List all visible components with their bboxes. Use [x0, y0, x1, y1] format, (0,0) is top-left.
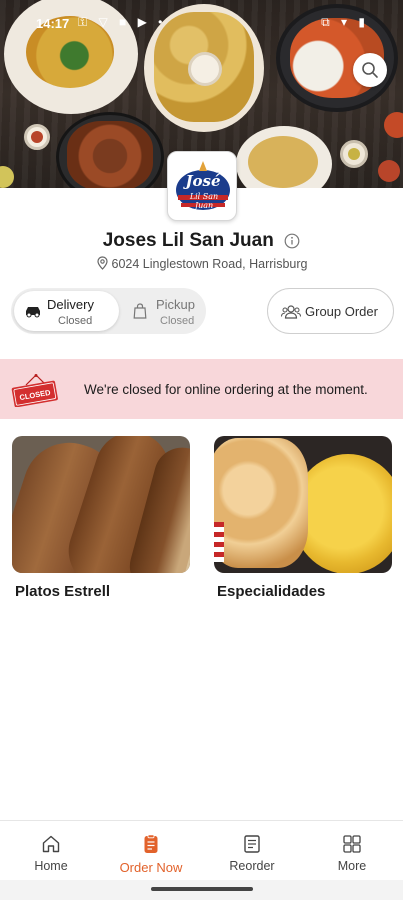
restaurant-title-row: Joses Lil San Juan — [0, 230, 403, 252]
restaurant-address: 6024 Linglestown Road, Harrisburg — [111, 257, 308, 271]
delivery-status: Closed — [58, 315, 93, 327]
group-users-icon — [281, 305, 301, 319]
nav-reorder[interactable]: Reorder — [202, 821, 302, 881]
search-icon — [362, 62, 378, 78]
nav-order-now[interactable]: Order Now — [101, 821, 201, 881]
bottom-navigation: Home Order Now Reorder More — [0, 820, 403, 880]
search-button[interactable] — [353, 53, 387, 87]
status-bar: 14:17 ⚿ ▽ ■ ▶ • ⧉ ▾ ▮ — [0, 12, 403, 36]
grid-icon — [343, 835, 361, 853]
location-pin-icon — [96, 256, 108, 270]
group-order-button[interactable]: Group Order — [267, 288, 394, 334]
category-card-platos-estrell[interactable]: Platos Estrell — [12, 436, 190, 600]
nav-more-label: More — [337, 859, 367, 873]
group-order-label: Group Order — [305, 304, 378, 319]
sauce-cup-image — [340, 140, 368, 168]
status-notification-icons: ⚿ ▽ ■ ▶ • — [78, 15, 167, 29]
nav-order-now-label: Order Now — [119, 860, 183, 875]
category-title: Especialidades — [217, 583, 326, 600]
delivery-option[interactable]: Delivery Closed — [14, 291, 119, 331]
nav-reorder-label: Reorder — [229, 859, 275, 873]
shopping-bag-icon — [133, 303, 147, 319]
gesture-handle[interactable] — [151, 887, 253, 891]
delivery-label: Delivery — [47, 297, 94, 312]
sauce-cup-image — [24, 124, 50, 150]
status-system-icons: ⧉ ▾ ▮ — [321, 15, 369, 29]
sauce-cup-image — [384, 112, 403, 138]
category-card-especialidades[interactable]: Especialidades — [214, 436, 392, 600]
closed-notice-banner: CLOSED We're closed for online ordering … — [0, 359, 403, 419]
pickup-status: Closed — [160, 315, 195, 327]
nav-more[interactable]: More — [302, 821, 402, 881]
pickup-option[interactable]: Pickup Closed — [121, 291, 203, 331]
category-title: Platos Estrell — [15, 583, 111, 600]
restaurant-logo: José Lil San Juan — [167, 151, 237, 221]
info-icon[interactable] — [284, 233, 300, 249]
order-mode-toggle: Delivery Closed Pickup Closed — [11, 288, 206, 334]
status-time: 14:17 — [36, 16, 70, 31]
restaurant-address-row: 6024 Linglestown Road, Harrisburg — [0, 256, 403, 271]
logo-subtext: Lil San Juan — [189, 192, 219, 210]
receipt-icon — [244, 835, 260, 853]
category-image — [12, 436, 190, 573]
logo-text: José — [185, 172, 221, 190]
nav-home-label: Home — [34, 859, 68, 873]
pickup-label: Pickup — [156, 297, 196, 312]
nav-home[interactable]: Home — [1, 821, 101, 881]
home-icon — [42, 835, 60, 853]
category-image — [214, 436, 392, 573]
restaurant-name: Joses Lil San Juan — [102, 230, 274, 251]
closed-sign-icon: CLOSED — [11, 374, 58, 407]
sauce-cup-image — [378, 160, 400, 182]
order-icon — [144, 834, 158, 853]
closed-message: We're closed for online ordering at the … — [84, 382, 368, 397]
car-icon — [26, 307, 40, 318]
